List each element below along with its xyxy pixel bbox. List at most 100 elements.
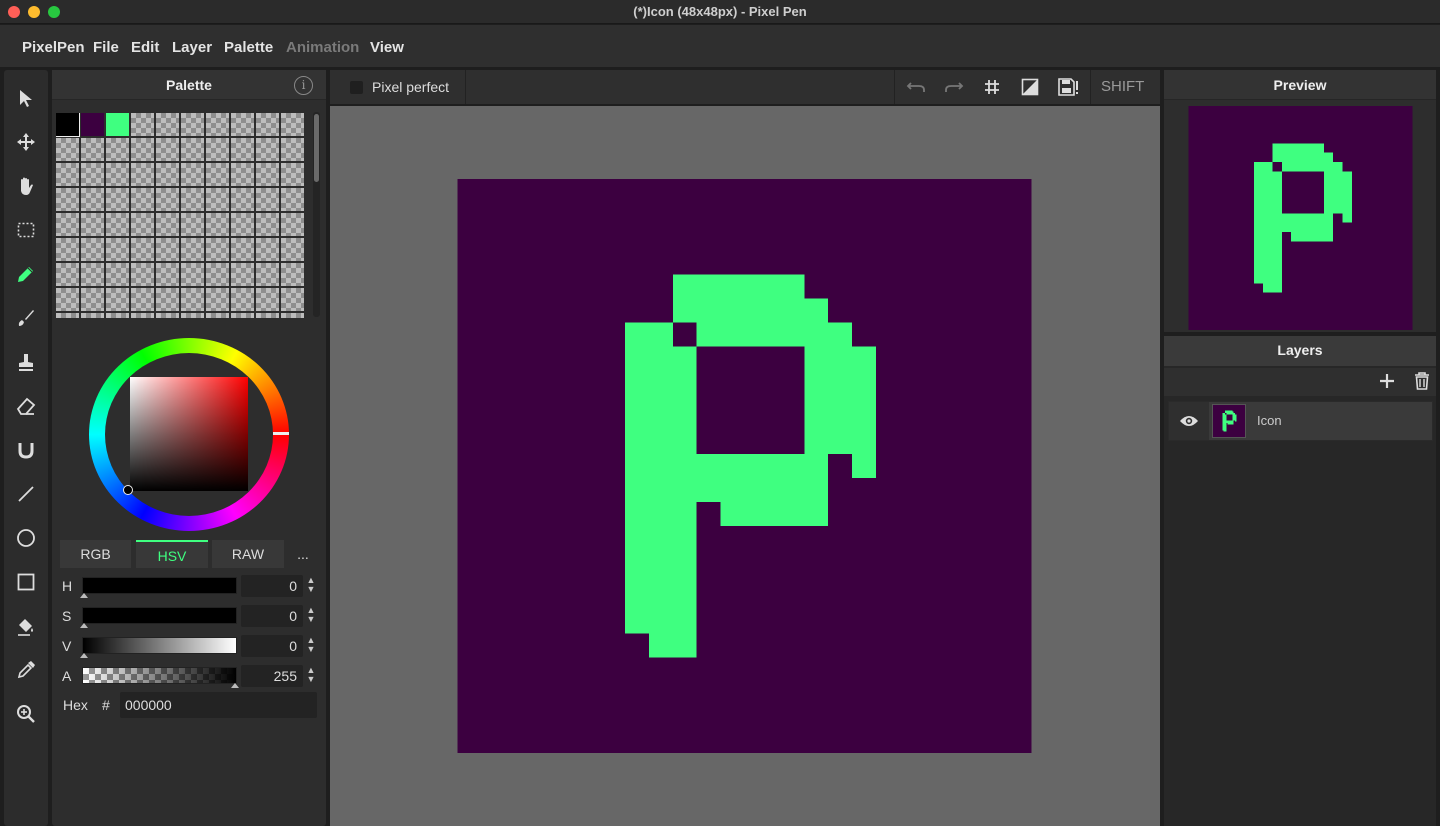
spinner-v[interactable]: ▲ ▼ — [305, 636, 317, 656]
palette-empty-swatch[interactable] — [56, 138, 79, 161]
slider-value-a[interactable]: 255 — [241, 665, 303, 687]
palette-empty-swatch[interactable] — [156, 213, 179, 236]
eraser-tool[interactable] — [14, 394, 38, 418]
palette-empty-swatch[interactable] — [181, 238, 204, 261]
move-tool[interactable] — [14, 130, 38, 154]
palette-empty-swatch[interactable] — [106, 263, 129, 286]
tab-hsv[interactable]: HSV — [136, 540, 208, 568]
palette-scrollbar[interactable] — [313, 112, 320, 317]
palette-empty-swatch[interactable] — [281, 313, 304, 318]
menu-view[interactable]: View — [370, 39, 404, 56]
palette-empty-swatch[interactable] — [231, 288, 254, 311]
eyedropper-tool[interactable] — [14, 658, 38, 682]
palette-empty-swatch[interactable] — [231, 113, 254, 136]
palette-empty-swatch[interactable] — [256, 188, 279, 211]
palette-empty-swatch[interactable] — [231, 263, 254, 286]
palette-empty-swatch[interactable] — [181, 163, 204, 186]
palette-empty-swatch[interactable] — [231, 313, 254, 318]
spinner-s[interactable]: ▲ ▼ — [305, 606, 317, 626]
stamp-tool[interactable] — [14, 350, 38, 374]
palette-color-swatch[interactable] — [81, 113, 104, 136]
palette-color-swatch[interactable] — [56, 113, 80, 137]
magnet-tool[interactable] — [14, 438, 38, 462]
palette-empty-swatch[interactable] — [256, 213, 279, 236]
palette-empty-swatch[interactable] — [281, 188, 304, 211]
palette-empty-swatch[interactable] — [81, 313, 104, 318]
tab-rgb[interactable]: RGB — [60, 540, 131, 568]
pencil-tool[interactable] — [14, 262, 38, 286]
palette-empty-swatch[interactable] — [256, 313, 279, 318]
palette-color-swatch[interactable] — [106, 113, 129, 136]
color-picker-cursor[interactable] — [123, 485, 133, 495]
shift-indicator[interactable]: SHIFT — [1101, 78, 1144, 95]
palette-empty-swatch[interactable] — [206, 188, 229, 211]
palette-empty-swatch[interactable] — [56, 263, 79, 286]
slider-s[interactable] — [80, 607, 237, 628]
bucket-tool[interactable] — [14, 614, 38, 638]
slider-a[interactable] — [82, 667, 239, 688]
palette-empty-swatch[interactable] — [206, 313, 229, 318]
layer-name[interactable]: Icon — [1257, 413, 1282, 428]
palette-empty-swatch[interactable] — [131, 263, 154, 286]
palette-empty-swatch[interactable] — [231, 238, 254, 261]
save-button[interactable] — [1056, 76, 1080, 98]
palette-empty-swatch[interactable] — [281, 288, 304, 311]
palette-empty-swatch[interactable] — [56, 313, 79, 318]
hex-input[interactable]: 000000 — [120, 692, 317, 718]
palette-empty-swatch[interactable] — [206, 113, 229, 136]
palette-empty-swatch[interactable] — [256, 138, 279, 161]
canvas-area[interactable] — [330, 106, 1160, 826]
ellipse-tool[interactable] — [14, 526, 38, 550]
palette-empty-swatch[interactable] — [106, 313, 129, 318]
palette-empty-swatch[interactable] — [256, 263, 279, 286]
palette-empty-swatch[interactable] — [131, 213, 154, 236]
palette-empty-swatch[interactable] — [181, 113, 204, 136]
palette-empty-swatch[interactable] — [156, 188, 179, 211]
palette-empty-swatch[interactable] — [281, 238, 304, 261]
palette-empty-swatch[interactable] — [156, 238, 179, 261]
hue-marker[interactable] — [273, 432, 289, 435]
palette-empty-swatch[interactable] — [156, 138, 179, 161]
brush-tool[interactable] — [14, 306, 38, 330]
menu-pixelpen[interactable]: PixelPen — [22, 39, 85, 56]
palette-empty-swatch[interactable] — [281, 263, 304, 286]
palette-empty-swatch[interactable] — [281, 113, 304, 136]
slider-value-h[interactable]: 0 — [241, 575, 303, 597]
grid-toggle-button[interactable] — [980, 76, 1004, 98]
palette-empty-swatch[interactable] — [181, 263, 204, 286]
palette-empty-swatch[interactable] — [231, 188, 254, 211]
palette-empty-swatch[interactable] — [231, 213, 254, 236]
palette-empty-swatch[interactable] — [81, 238, 104, 261]
pixel-perfect-label[interactable]: Pixel perfect — [372, 79, 449, 95]
palette-empty-swatch[interactable] — [81, 263, 104, 286]
palette-empty-swatch[interactable] — [81, 213, 104, 236]
palette-empty-swatch[interactable] — [56, 213, 79, 236]
palette-empty-swatch[interactable] — [206, 288, 229, 311]
redo-button[interactable] — [942, 76, 966, 98]
menu-palette[interactable]: Palette — [224, 39, 273, 56]
menu-layer[interactable]: Layer — [172, 39, 212, 56]
delete-layer-button[interactable] — [1412, 371, 1432, 391]
palette-empty-swatch[interactable] — [156, 113, 179, 136]
tab-raw[interactable]: RAW — [212, 540, 284, 568]
pixel-canvas[interactable] — [457, 179, 1032, 753]
palette-empty-swatch[interactable] — [206, 163, 229, 186]
palette-empty-swatch[interactable] — [206, 238, 229, 261]
slider-h[interactable] — [80, 577, 237, 598]
palette-empty-swatch[interactable] — [106, 288, 129, 311]
palette-empty-swatch[interactable] — [56, 188, 79, 211]
undo-button[interactable] — [904, 76, 928, 98]
add-layer-button[interactable] — [1377, 371, 1397, 391]
palette-empty-swatch[interactable] — [231, 138, 254, 161]
info-icon[interactable]: i — [294, 76, 313, 95]
palette-empty-swatch[interactable] — [231, 163, 254, 186]
palette-empty-swatch[interactable] — [181, 213, 204, 236]
palette-empty-swatch[interactable] — [106, 238, 129, 261]
palette-empty-swatch[interactable] — [206, 263, 229, 286]
line-tool[interactable] — [14, 482, 38, 506]
palette-empty-swatch[interactable] — [181, 138, 204, 161]
palette-empty-swatch[interactable] — [81, 188, 104, 211]
palette-empty-swatch[interactable] — [106, 163, 129, 186]
marquee-tool[interactable] — [14, 218, 38, 242]
palette-empty-swatch[interactable] — [106, 138, 129, 161]
